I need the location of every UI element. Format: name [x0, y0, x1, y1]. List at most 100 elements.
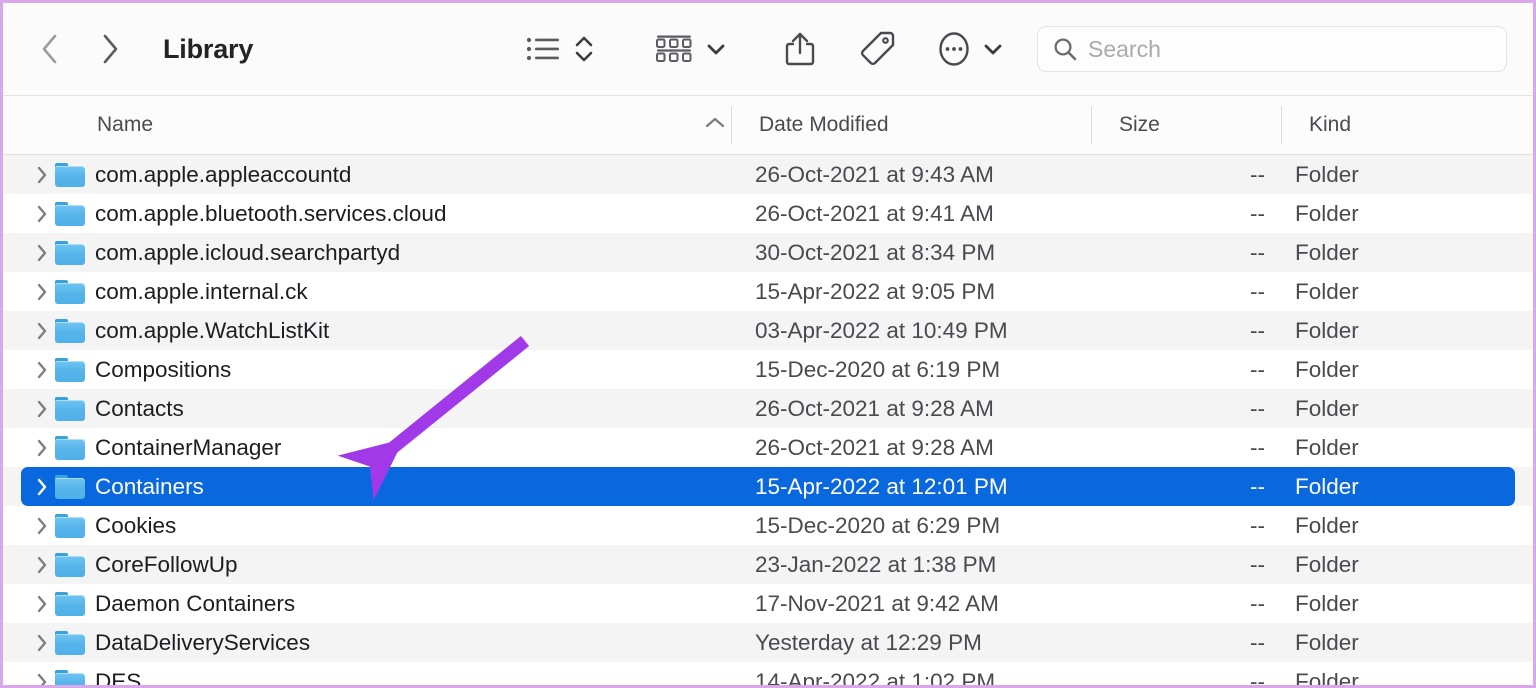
back-button[interactable] — [37, 32, 63, 66]
disclosure-triangle[interactable] — [31, 555, 53, 575]
folder-icon — [55, 631, 89, 655]
column-header-name-label: Name — [97, 113, 153, 137]
search-field[interactable] — [1037, 26, 1507, 72]
chevron-right-icon — [99, 32, 121, 66]
search-input[interactable] — [1088, 36, 1492, 63]
table-row[interactable]: com.apple.bluetooth.services.cloud26-Oct… — [3, 194, 1533, 233]
tag-icon — [860, 30, 896, 68]
chevron-right-icon — [35, 165, 49, 185]
column-header-kind[interactable]: Kind — [1295, 96, 1351, 154]
file-size: -- — [1189, 630, 1265, 656]
column-header-kind-label: Kind — [1309, 113, 1351, 137]
folder-icon — [55, 280, 89, 304]
file-name: Daemon Containers — [95, 591, 295, 617]
chevron-right-icon — [35, 477, 49, 497]
column-divider-3[interactable] — [1281, 106, 1282, 144]
chevron-left-icon — [39, 32, 61, 66]
disclosure-triangle[interactable] — [31, 204, 53, 224]
file-kind: Folder — [1295, 201, 1359, 227]
table-row[interactable]: CoreFollowUp23-Jan-2022 at 1:38 PM--Fold… — [3, 545, 1533, 584]
file-date-modified: 03-Apr-2022 at 10:49 PM — [755, 318, 1008, 344]
file-kind: Folder — [1295, 669, 1359, 688]
sort-updown-icon — [572, 33, 596, 65]
file-kind: Folder — [1295, 474, 1359, 500]
disclosure-triangle[interactable] — [31, 243, 53, 263]
chevron-right-icon — [35, 672, 49, 688]
chevron-down-icon — [705, 40, 727, 58]
table-row[interactable]: ContainerManager26-Oct-2021 at 9:28 AM--… — [3, 428, 1533, 467]
file-name: com.apple.bluetooth.services.cloud — [95, 201, 446, 227]
group-grid-icon — [655, 34, 693, 64]
file-kind: Folder — [1295, 357, 1359, 383]
disclosure-triangle[interactable] — [31, 321, 53, 341]
disclosure-triangle[interactable] — [31, 399, 53, 419]
file-name: Compositions — [95, 357, 231, 383]
table-row[interactable]: Compositions15-Dec-2020 at 6:19 PM--Fold… — [3, 350, 1533, 389]
column-header-size[interactable]: Size — [1105, 96, 1160, 154]
disclosure-triangle[interactable] — [31, 165, 53, 185]
file-name: Contacts — [95, 396, 184, 422]
share-button[interactable] — [775, 25, 825, 73]
sort-indicator — [703, 113, 727, 137]
folder-icon — [55, 670, 89, 688]
disclosure-triangle[interactable] — [31, 438, 53, 458]
file-size: -- — [1189, 552, 1265, 578]
file-date-modified: 26-Oct-2021 at 9:43 AM — [755, 162, 994, 188]
file-size: -- — [1189, 474, 1265, 500]
file-name: com.apple.icloud.searchpartyd — [95, 240, 400, 266]
column-header-row: Name Date Modified Size Kind — [3, 96, 1533, 155]
disclosure-triangle[interactable] — [31, 360, 53, 380]
table-row[interactable]: com.apple.appleaccountd26-Oct-2021 at 9:… — [3, 155, 1533, 194]
file-date-modified: 26-Oct-2021 at 9:28 AM — [755, 396, 994, 422]
toolbar-actions — [521, 25, 1507, 73]
column-header-date-modified[interactable]: Date Modified — [745, 96, 889, 154]
column-divider-1[interactable] — [731, 106, 732, 144]
disclosure-triangle[interactable] — [31, 516, 53, 536]
table-row[interactable]: com.apple.icloud.searchpartyd 30-Oct-2021… — [3, 233, 1533, 272]
column-divider-2[interactable] — [1091, 106, 1092, 144]
file-date-modified: 30-Oct-2021 at 8:34 PM — [755, 240, 995, 266]
chevron-right-icon — [35, 555, 49, 575]
group-button[interactable] — [651, 25, 697, 73]
more-dropdown-button[interactable] — [979, 25, 1007, 73]
disclosure-triangle[interactable] — [31, 672, 53, 688]
folder-icon — [55, 553, 89, 577]
file-size: -- — [1189, 162, 1265, 188]
file-size: -- — [1189, 513, 1265, 539]
finder-window: Library — [0, 0, 1536, 688]
search-icon — [1052, 36, 1078, 62]
file-date-modified: 14-Apr-2022 at 1:02 PM — [755, 669, 995, 688]
table-row[interactable]: DataDeliveryServicesYesterday at 12:29 P… — [3, 623, 1533, 662]
table-row[interactable]: com.apple.WatchListKit03-Apr-2022 at 10:… — [3, 311, 1533, 350]
file-name: DataDeliveryServices — [95, 630, 310, 656]
disclosure-triangle[interactable] — [31, 594, 53, 614]
column-header-name[interactable]: Name — [83, 96, 153, 154]
table-row[interactable]: Contacts26-Oct-2021 at 9:28 AM--Folder — [3, 389, 1533, 428]
toolbar: Library — [3, 3, 1533, 96]
file-kind: Folder — [1295, 279, 1359, 305]
forward-button[interactable] — [97, 32, 123, 66]
sort-button[interactable] — [569, 25, 599, 73]
folder-icon — [55, 241, 89, 265]
table-row[interactable]: com.apple.internal.ck15-Apr-2022 at 9:05… — [3, 272, 1533, 311]
more-button[interactable] — [931, 25, 977, 73]
table-row[interactable]: Cookies15-Dec-2020 at 6:29 PM--Folder — [3, 506, 1533, 545]
folder-icon — [55, 202, 89, 226]
group-dropdown-button[interactable] — [701, 25, 731, 73]
disclosure-triangle[interactable] — [31, 477, 53, 497]
list-view-button[interactable] — [521, 25, 565, 73]
file-kind: Folder — [1295, 318, 1359, 344]
file-kind: Folder — [1295, 396, 1359, 422]
tag-button[interactable] — [853, 25, 903, 73]
table-row[interactable]: DES14-Apr-2022 at 1:02 PM--Folder — [3, 662, 1533, 688]
file-size: -- — [1189, 201, 1265, 227]
file-name: Cookies — [95, 513, 176, 539]
disclosure-triangle[interactable] — [31, 282, 53, 302]
navigation-buttons — [37, 32, 123, 66]
disclosure-triangle[interactable] — [31, 633, 53, 653]
table-row[interactable]: Daemon Containers17-Nov-2021 at 9:42 AM-… — [3, 584, 1533, 623]
table-row[interactable]: Containers15-Apr-2022 at 12:01 PM--Folde… — [3, 467, 1533, 506]
chevron-down-icon — [982, 40, 1004, 58]
file-date-modified: 15-Apr-2022 at 9:05 PM — [755, 279, 995, 305]
file-list[interactable]: com.apple.appleaccountd26-Oct-2021 at 9:… — [3, 155, 1533, 688]
